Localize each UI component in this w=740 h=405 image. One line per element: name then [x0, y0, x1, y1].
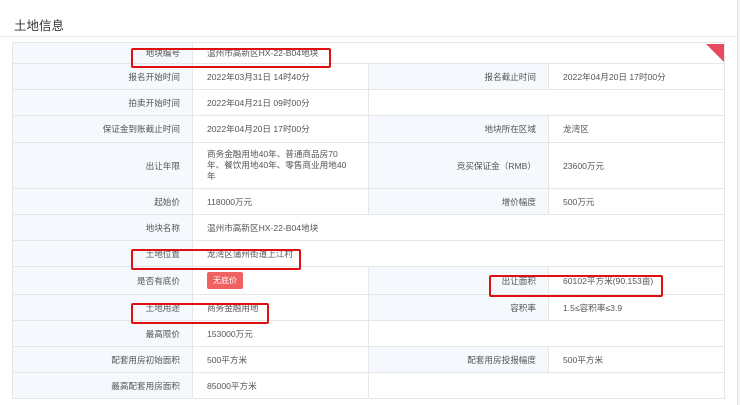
table-row: 配套用房初始面积 500平方米 配套用房投报幅度 500平方米: [12, 346, 726, 373]
label-auction-start: 拍卖开始时间: [12, 89, 193, 116]
value-housing-bid-increment: 500平方米: [547, 346, 726, 373]
label-floor-area-ratio: 容积率: [368, 294, 549, 321]
table-row: 最高配套用房面积 85000平方米: [12, 372, 726, 399]
label-lease-term: 出让年限: [12, 142, 193, 189]
corner-ribbon: [706, 44, 724, 62]
label-parcel-district: 地块所在区域: [368, 115, 549, 143]
table-row: 土地用途 商务金融用地 容积率 1.5≤容积率≤3.9: [12, 294, 726, 321]
table-row: 土地位置 龙湾区蒲州街道上江村: [12, 240, 726, 267]
label-registration-end: 报名截止时间: [368, 63, 549, 90]
label-deposit-deadline: 保证金到账截止时间: [12, 115, 193, 143]
table-row: 出让年限 商务金融用地40年、普通商品房70年、餐饮用地40年、零售商业用地40…: [12, 142, 726, 189]
value-bid-deposit: 23600万元: [547, 142, 726, 189]
value-bid-increment: 500万元: [547, 188, 726, 215]
value-land-location: 龙湾区蒲州街道上江村: [191, 240, 726, 267]
table-row: 报名开始时间 2022年03月31日 14时40分 报名截止时间 2022年04…: [12, 63, 726, 90]
value-parcel-number: 温州市高新区HX-22-B04地块: [191, 42, 726, 64]
value-deposit-deadline: 2022年04月20日 17时00分: [192, 115, 369, 143]
value-parcel-name: 温州市高新区HX-22-B04地块: [191, 214, 726, 241]
label-bid-increment: 增价幅度: [368, 188, 549, 215]
value-starting-price: 118000万元: [192, 188, 369, 215]
value-housing-max-area: 85000平方米: [192, 372, 369, 399]
label-housing-max-area: 最高配套用房面积: [12, 372, 193, 399]
table-row: 最高限价 153000万元: [12, 320, 726, 347]
value-has-reserve-price: 无底价: [192, 266, 369, 295]
label-registration-start: 报名开始时间: [12, 63, 193, 90]
empty-cell: [367, 89, 726, 116]
title-divider: [0, 36, 737, 37]
table-row: 地块名称 温州市高新区HX-22-B04地块: [12, 214, 726, 241]
table-row: 是否有底价 无底价 出让面积 60102平方米(90.153亩): [12, 266, 726, 295]
label-max-price: 最高限价: [12, 320, 193, 347]
no-reserve-badge: 无底价: [207, 272, 243, 289]
land-info-panel: 土地信息 地块编号 温州市高新区HX-22-B04地块 报名开始时间 2022年…: [0, 0, 738, 405]
label-has-reserve-price: 是否有底价: [12, 266, 193, 295]
table-row: 保证金到账截止时间 2022年04月20日 17时00分 地块所在区域 龙湾区: [12, 115, 726, 143]
label-bid-deposit: 竞买保证金（RMB）: [368, 142, 549, 189]
value-lease-term: 商务金融用地40年、普通商品房70年、餐饮用地40年、零售商业用地40年: [192, 142, 369, 189]
value-land-use: 商务金融用地: [192, 294, 369, 321]
label-land-location: 土地位置: [12, 240, 193, 267]
label-parcel-name: 地块名称: [12, 214, 193, 241]
value-max-price: 153000万元: [192, 320, 369, 347]
table-row: 起始价 118000万元 增价幅度 500万元: [12, 188, 726, 215]
label-housing-bid-increment: 配套用房投报幅度: [368, 346, 549, 373]
empty-cell: [367, 372, 726, 399]
value-parcel-district: 龙湾区: [547, 115, 726, 143]
value-housing-initial-area: 500平方米: [192, 346, 369, 373]
value-registration-end: 2022年04月20日 17时00分: [547, 63, 726, 90]
value-floor-area-ratio: 1.5≤容积率≤3.9: [547, 294, 726, 321]
label-parcel-number: 地块编号: [12, 42, 193, 64]
value-transfer-area: 60102平方米(90.153亩): [547, 266, 726, 295]
label-starting-price: 起始价: [12, 188, 193, 215]
label-land-use: 土地用途: [12, 294, 193, 321]
empty-cell: [367, 320, 726, 347]
value-registration-start: 2022年03月31日 14时40分: [192, 63, 369, 90]
label-housing-initial-area: 配套用房初始面积: [12, 346, 193, 373]
land-info-table: 地块编号 温州市高新区HX-22-B04地块 报名开始时间 2022年03月31…: [12, 42, 726, 399]
value-auction-start: 2022年04月21日 09时00分: [192, 89, 369, 116]
lease-term-text: 商务金融用地40年、普通商品房70年、餐饮用地40年、零售商业用地40年: [207, 149, 347, 181]
table-row: 地块编号 温州市高新区HX-22-B04地块: [12, 42, 726, 64]
label-transfer-area: 出让面积: [368, 266, 549, 295]
table-row: 拍卖开始时间 2022年04月21日 09时00分: [12, 89, 726, 116]
page-title: 土地信息: [14, 19, 65, 33]
